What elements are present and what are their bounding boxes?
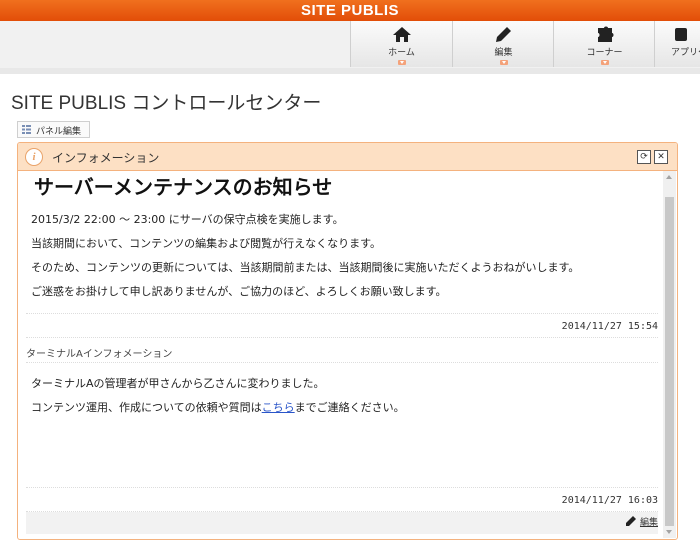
- nav-app[interactable]: アプリケ: [654, 21, 700, 67]
- contact-link[interactable]: こちら: [262, 401, 295, 414]
- nav-corner[interactable]: コーナー: [553, 21, 656, 67]
- notice-line: 2015/3/2 22:00 〜 23:00 にサーバの保守点検を実施します。: [31, 213, 344, 226]
- notice-line: そのため、コンテンツの更新については、当該期間前または、当該期間後に実施いただく…: [31, 261, 580, 274]
- nav-edit-label: 編集: [494, 48, 513, 58]
- home-icon: [392, 27, 411, 42]
- nav-home-label: ホーム: [388, 48, 415, 58]
- info-icon: i: [25, 148, 43, 166]
- divider: [26, 313, 658, 314]
- notice-title: サーバーメンテナンスのお知らせ: [34, 177, 333, 199]
- nav-corner-label: コーナー: [586, 48, 623, 58]
- panel-title: インフォメーション: [52, 151, 160, 165]
- pencil-icon: [495, 27, 511, 42]
- scrollbar[interactable]: [663, 171, 676, 538]
- terminal-info-title: ターミナルAインフォメーション: [26, 349, 173, 360]
- panel-header: i インフォメーション ⟳ ✕: [18, 143, 677, 171]
- grid-icon: [22, 125, 31, 134]
- panel-edit-button[interactable]: パネル編集: [17, 121, 90, 138]
- notice-line: ご迷惑をお掛けして申し訳ありませんが、ご協力のほど、よろしくお願い致します。: [31, 285, 447, 298]
- brand-logo: SITE PUBLIS: [300, 2, 399, 19]
- divider: [26, 337, 658, 338]
- notice-timestamp: 2014/11/27 15:54: [561, 321, 658, 332]
- notice-line: 当該期間において、コンテンツの編集および閲覧が行えなくなります。: [31, 237, 382, 250]
- refresh-icon[interactable]: ⟳: [637, 150, 651, 164]
- app-icon: [675, 28, 687, 41]
- terminal-timestamp: 2014/11/27 16:03: [561, 495, 658, 506]
- close-icon[interactable]: ✕: [654, 150, 668, 164]
- scroll-down-icon[interactable]: [666, 530, 672, 534]
- chevron-down-icon: [499, 60, 508, 65]
- pencil-icon: [626, 516, 637, 526]
- terminal-line-text: までご連絡ください。: [294, 401, 405, 414]
- puzzle-icon: [597, 26, 613, 42]
- edit-link[interactable]: 編集: [625, 515, 658, 528]
- nav-app-label: アプリケ: [671, 48, 700, 58]
- nav-home[interactable]: ホーム: [350, 21, 453, 67]
- page-title: SITE PUBLIS コントロールセンター: [11, 93, 322, 114]
- chevron-down-icon: [600, 60, 609, 65]
- terminal-line: ターミナルAの管理者が甲さんから乙さんに変わりました。: [31, 377, 325, 390]
- information-panel: i インフォメーション ⟳ ✕ サーバーメンテナンスのお知らせ 2015/3/2…: [17, 142, 678, 540]
- terminal-line: コンテンツ運用、作成についての依頼や質問はこちらまでご連絡ください。: [31, 399, 405, 415]
- terminal-line-text: コンテンツ運用、作成についての依頼や質問は: [31, 401, 262, 414]
- divider: [26, 362, 658, 363]
- scroll-thumb[interactable]: [665, 197, 674, 526]
- panel-edit-label: パネル編集: [36, 127, 82, 137]
- edit-label: 編集: [639, 518, 658, 528]
- nav-edit[interactable]: 編集: [452, 21, 555, 67]
- chevron-down-icon: [397, 60, 406, 65]
- divider: [26, 487, 658, 488]
- scroll-up-icon[interactable]: [666, 175, 672, 179]
- panel-footer: 編集: [26, 512, 658, 534]
- nav-shadow: [0, 68, 700, 74]
- panel-content: サーバーメンテナンスのお知らせ 2015/3/2 22:00 〜 23:00 に…: [26, 171, 658, 539]
